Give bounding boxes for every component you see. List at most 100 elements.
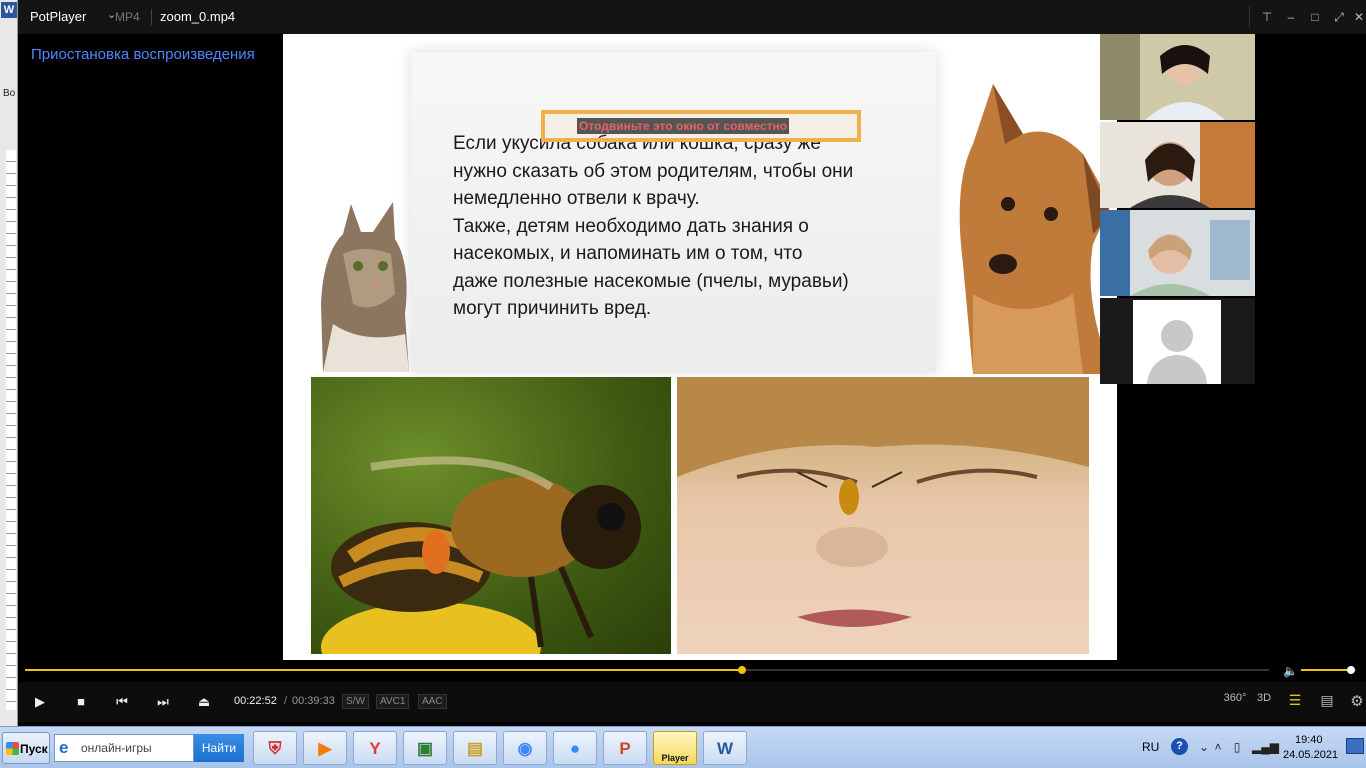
cat-image — [321, 202, 409, 372]
help-icon[interactable]: ? — [1171, 738, 1188, 755]
start-label: Пуск — [20, 742, 48, 756]
chrome-icon: ◉ — [517, 739, 533, 758]
start-button[interactable]: Пуск — [2, 732, 50, 764]
powerpoint-icon: P — [619, 739, 631, 758]
codec-tag-audio[interactable]: AAC — [418, 694, 447, 709]
seek-row: 🔈 — [18, 660, 1366, 682]
volume-icon[interactable]: 🔈 — [1283, 664, 1298, 678]
previous-icon[interactable]: ⏮ — [110, 690, 134, 714]
word-icon[interactable]: W — [1, 2, 17, 18]
title-divider — [151, 9, 152, 25]
language-indicator[interactable]: RU — [1142, 740, 1159, 754]
slide-line: нужно сказать об этом родителям, чтобы о… — [453, 160, 854, 182]
window-title: zoom_0.mp4 — [160, 9, 236, 24]
current-time[interactable]: 00:22:52 — [234, 695, 277, 707]
boy-with-wasp-image — [677, 377, 1089, 654]
chevron-up-icon[interactable]: ˄ — [1209, 738, 1227, 756]
volume-handle[interactable] — [1346, 666, 1355, 674]
player-titlebar: PotPlayer ⌄ MP4 zoom_0.mp4 ⊤ – □ ⤢ ✕ — [18, 0, 1366, 34]
play-icon[interactable]: ▶ — [28, 690, 52, 714]
seek-progress — [25, 669, 742, 671]
windows-logo-icon — [6, 742, 19, 755]
share-warning-text: Отодвиньте это окно от совместно — [577, 118, 790, 134]
taskbar-app-shield-app[interactable]: ⛨ — [253, 731, 297, 765]
bee-image — [311, 377, 671, 654]
avatar-head-icon — [1161, 320, 1193, 352]
slide-line: могут причинить вред. — [453, 298, 652, 319]
device-icon[interactable]: ▯ — [1228, 738, 1246, 756]
screen: W Во PotPlayer ⌄ MP4 zoom_0.mp4 ⊤ – □ ⤢ … — [0, 0, 1366, 768]
taskbar-app-word[interactable]: W — [703, 731, 747, 765]
image-viewer-icon: ▣ — [416, 739, 434, 758]
volume-slider[interactable] — [1301, 666, 1356, 674]
word-partial-text: Во — [3, 88, 16, 99]
participant-video[interactable] — [1100, 122, 1255, 208]
participant-no-video[interactable] — [1100, 298, 1255, 384]
avatar — [1133, 300, 1221, 384]
stop-icon[interactable]: ■ — [69, 690, 93, 714]
potplayer-icon: Player — [661, 753, 689, 763]
codec-tag-sw[interactable]: S/W — [342, 694, 369, 709]
3d-button[interactable]: 3D — [1252, 692, 1276, 704]
eject-icon[interactable]: ⏏ — [192, 690, 216, 714]
taskbar-app-powerpoint[interactable]: P — [603, 731, 647, 765]
gear-icon[interactable]: ⚙ — [1345, 692, 1366, 710]
time-separator: / — [284, 695, 288, 707]
app-menu-button[interactable]: PotPlayer — [30, 9, 86, 24]
slide-line: насекомых, и напоминать им о том, что — [453, 243, 803, 264]
slide-line: Также, детям необходимо дать знания о — [453, 215, 809, 237]
word-vertical-ruler — [6, 150, 16, 710]
participant-video[interactable] — [1100, 210, 1255, 296]
playback-status: Приостановка воспроизведения — [31, 46, 255, 63]
search-button[interactable]: Найти — [194, 734, 244, 762]
ie-icon: e — [59, 738, 69, 757]
playlist-icon[interactable]: ▤ — [1315, 692, 1339, 709]
title-divider — [1249, 6, 1250, 28]
share-warning-box: Отодвиньте это окно от совместно — [541, 110, 861, 142]
action-center-icon[interactable] — [1346, 738, 1364, 754]
clock-time[interactable]: 19:40 — [1295, 734, 1323, 746]
network-signal-icon[interactable]: ▂▄▆ — [1252, 738, 1279, 756]
background-word-window[interactable]: W Во — [0, 0, 18, 726]
pin-icon[interactable]: ⊤ — [1257, 8, 1277, 26]
file-explorer-icon: ▤ — [466, 739, 484, 758]
video-app-icon: ▶ — [318, 739, 332, 758]
fullscreen-icon[interactable]: ⤢ — [1329, 8, 1349, 26]
presentation-slide: Если укусила собака или кошка, сразу же … — [283, 34, 1117, 660]
codec-tag-video[interactable]: AVC1 — [376, 694, 410, 709]
taskbar-app-video-app[interactable]: ▶ — [303, 731, 347, 765]
shield-app-icon: ⛨ — [268, 739, 282, 758]
next-icon[interactable]: ⏭ — [151, 690, 175, 714]
slide-line: даже полезные насекомые (пчелы, муравьи) — [453, 270, 849, 292]
dog-image — [959, 84, 1113, 374]
seek-handle[interactable] — [737, 666, 746, 674]
vr-360-button[interactable]: 360° — [1223, 692, 1247, 704]
participant-video[interactable] — [1100, 34, 1255, 120]
taskbar-app-image-viewer[interactable]: ▣ — [403, 731, 447, 765]
windows-taskbar: Пуск e онлайн-игры Найти ⛨ ▶ Y ▣ ▤ ◉ ● P Player W… — [0, 726, 1366, 768]
maximize-icon[interactable]: □ — [1305, 8, 1325, 26]
word-icon: W — [716, 739, 734, 758]
volume-level — [1301, 669, 1351, 671]
search-input-text: онлайн-игры — [81, 741, 152, 755]
taskbar-app-zoom[interactable]: ● — [553, 731, 597, 765]
avatar-body-icon — [1147, 355, 1207, 384]
seek-bar[interactable] — [25, 666, 1269, 674]
search-input[interactable]: e онлайн-игры — [54, 734, 194, 762]
taskbar-app-yandex-browser[interactable]: Y — [353, 731, 397, 765]
format-label: MP4 — [115, 10, 140, 24]
taskbar-app-file-explorer[interactable]: ▤ — [453, 731, 497, 765]
clock-date[interactable]: 24.05.2021 — [1283, 749, 1338, 761]
control-bar: ▶ ■ ⏮ ⏭ ⏏ 00:22:52 / 00:39:33 S/W AVC1 A… — [18, 682, 1366, 722]
taskbar-app-chrome[interactable]: ◉ — [503, 731, 547, 765]
zoom-icon: ● — [569, 739, 581, 758]
participants-panel — [1100, 34, 1255, 384]
yandex-browser-icon: Y — [369, 739, 381, 758]
total-time[interactable]: 00:39:33 — [292, 695, 335, 707]
video-area[interactable]: Приостановка воспроизведения Если укусил… — [18, 34, 1366, 660]
search-playlist-icon[interactable]: ☰ — [1283, 692, 1307, 709]
taskbar-app-potplayer[interactable]: Player — [653, 731, 697, 765]
close-icon[interactable]: ✕ — [1349, 8, 1366, 26]
slide-line: немедленно отвели к врачу. — [453, 188, 700, 209]
minimize-icon[interactable]: – — [1281, 8, 1301, 26]
